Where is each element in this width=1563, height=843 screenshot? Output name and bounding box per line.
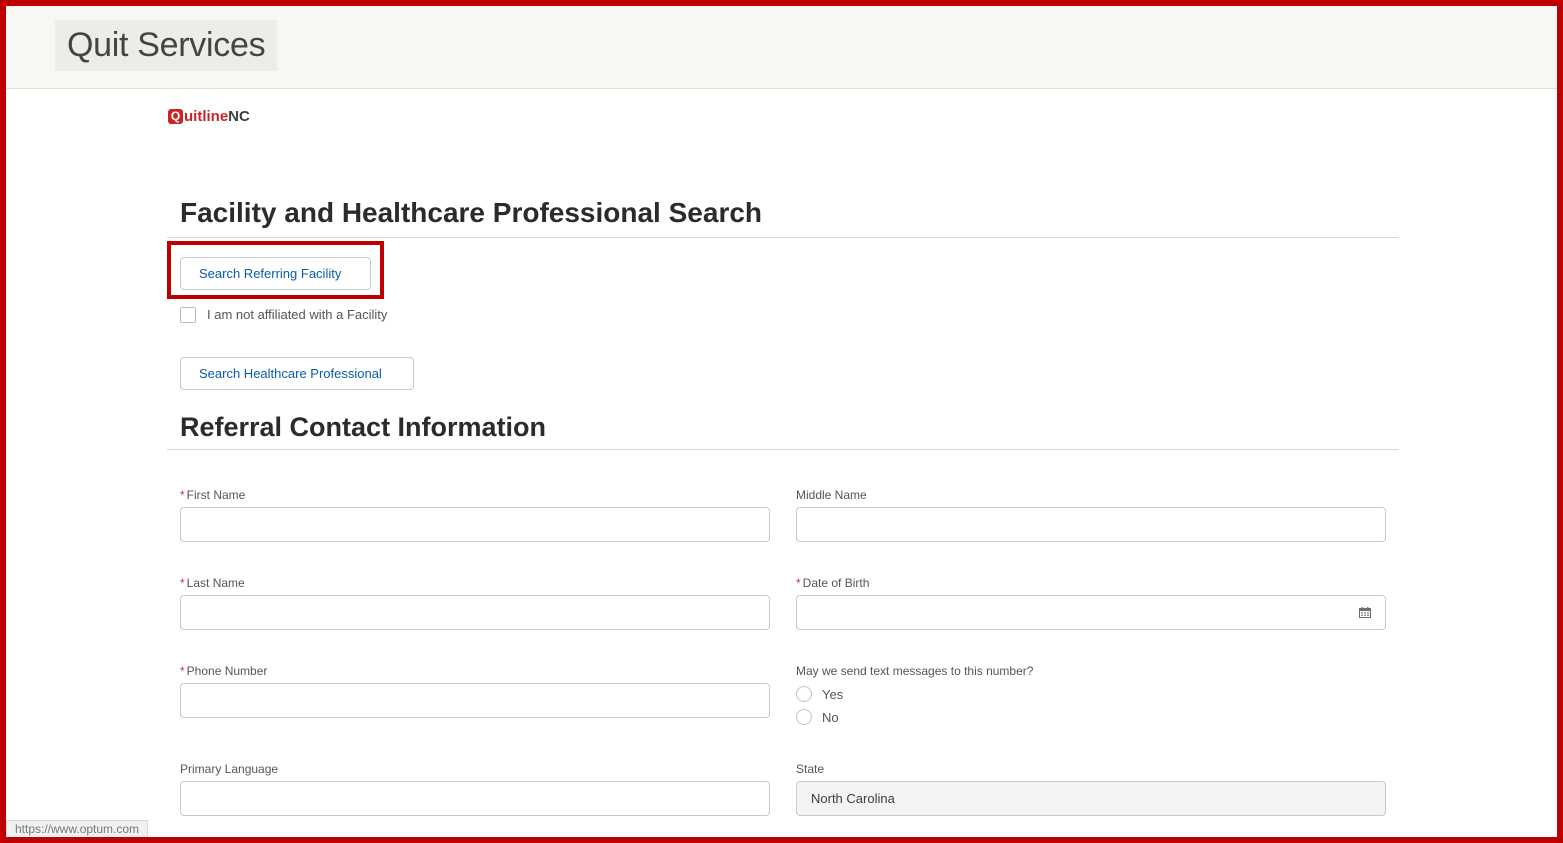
text-messages-question: May we send text messages to this number…	[796, 664, 1034, 678]
text-no-option[interactable]: No	[796, 709, 839, 725]
middle-name-label: Middle Name	[796, 488, 867, 502]
search-healthcare-professional-button[interactable]: Search Healthcare Professional	[180, 357, 414, 390]
calendar-icon[interactable]	[1359, 607, 1371, 618]
required-marker: *	[180, 488, 185, 502]
yes-radio[interactable]	[796, 686, 812, 702]
search-section-divider	[167, 237, 1399, 238]
no-label: No	[822, 709, 839, 725]
primary-language-input[interactable]	[180, 781, 770, 816]
primary-language-label: Primary Language	[180, 762, 279, 776]
not-affiliated-checkbox[interactable]	[180, 307, 196, 323]
text-yes-option[interactable]: Yes	[796, 686, 843, 702]
required-marker: *	[180, 664, 185, 678]
contact-section-title: Referral Contact Information	[180, 412, 547, 442]
first-name-input[interactable]	[180, 507, 770, 542]
search-section-title: Facility and Healthcare Professional Sea…	[180, 197, 763, 228]
required-marker: *	[796, 576, 801, 590]
no-radio[interactable]	[796, 709, 812, 725]
logo-quitline-text: uitline	[184, 108, 229, 125]
logo-nc-text: NC	[228, 108, 250, 125]
logo-q-mark: Q	[168, 109, 183, 124]
search-referring-facility-button[interactable]: Search Referring Facility	[180, 257, 371, 290]
header-bar: Quit Services	[6, 6, 1557, 89]
status-bar-url: https://www.optum.com	[6, 820, 149, 839]
yes-label: Yes	[822, 686, 844, 702]
required-marker: *	[180, 576, 185, 590]
last-name-input[interactable]	[180, 595, 770, 630]
contact-section-divider	[167, 449, 1399, 450]
app-title: Quit Services	[55, 20, 278, 71]
state-input: North Carolina	[796, 781, 1386, 816]
quitline-nc-logo: Q uitline NC	[168, 108, 250, 125]
dob-label: * Date of Birth	[796, 576, 870, 590]
dob-input[interactable]	[796, 595, 1386, 630]
first-name-label: * First Name	[180, 488, 246, 502]
last-name-label: * Last Name	[180, 576, 245, 590]
not-affiliated-label: I am not affiliated with a Facility	[207, 307, 388, 322]
middle-name-input[interactable]	[796, 507, 1386, 542]
phone-input[interactable]	[180, 683, 770, 718]
state-label: State	[796, 762, 825, 776]
phone-label: * Phone Number	[180, 664, 268, 678]
